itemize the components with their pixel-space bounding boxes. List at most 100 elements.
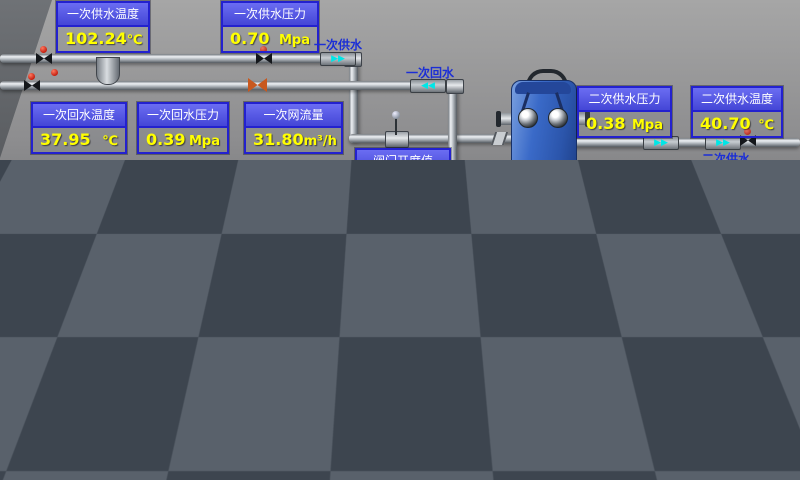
pipe-primary-supply-riser xyxy=(349,55,358,143)
valve-handle xyxy=(28,73,35,80)
exchanger-top-cap xyxy=(515,82,571,94)
pipe-coupling xyxy=(446,79,464,94)
tank-leg xyxy=(108,430,114,464)
exchanger-flange-left xyxy=(496,111,501,127)
pump-port xyxy=(509,259,522,267)
gauge-value: 37.95 xyxy=(40,130,91,149)
pipe-tank-fill xyxy=(142,330,556,339)
gauge-title: 二次回水温度 xyxy=(693,248,783,272)
pump-port xyxy=(268,368,279,375)
gauge-title: 阀门开度值 xyxy=(357,150,449,174)
hmi-heat-station-screen: ▶▶ ◀◀ ▶▶ ▶▶ ◀◀ ◀◀ ◀◀ ▶▶ xyxy=(0,0,800,480)
pump-cap xyxy=(492,207,502,213)
gauge-unit: Hz xyxy=(346,409,364,424)
tank-leg xyxy=(10,430,16,464)
flow-arrow-right: ▶▶ xyxy=(643,136,679,150)
control-valve-stem xyxy=(395,118,397,135)
flow-arrow-right: ▶▶ xyxy=(705,136,741,150)
gauge-unit: m³/h xyxy=(304,134,337,149)
exchanger-plate-body xyxy=(511,80,577,212)
pump-cap xyxy=(254,326,262,331)
pump-run-indicator xyxy=(253,335,259,348)
valve-fill-tee-handle[interactable] xyxy=(543,305,550,312)
gauge-unit: ℃ xyxy=(127,33,143,48)
gauge-secondary-return-temp: 二次回水温度 36.63℃ xyxy=(691,246,785,298)
tank-leg xyxy=(136,430,142,464)
pump-port xyxy=(253,432,265,440)
gauge-unit: Mpa xyxy=(632,278,663,293)
circulation-pump-2[interactable] xyxy=(474,200,520,286)
gauge-value: 40.70 xyxy=(700,114,751,133)
pump-neck xyxy=(236,419,247,426)
pipe-label-secondary-return: 二次回水 xyxy=(716,308,764,325)
gauge-unit: Mpa xyxy=(632,118,663,133)
gauge-primary-network-flow: 一次网流量 31.80m³/h xyxy=(244,102,343,154)
gauge-title: 一次供水温度 xyxy=(58,3,148,27)
flow-arrow-right: ▶▶ xyxy=(320,52,356,66)
gauge-secondary-supply-temp: 二次供水温度 40.70 ℃ xyxy=(691,86,783,138)
pump-cap xyxy=(441,207,451,213)
gauge-title: 二次供水温度 xyxy=(693,88,781,112)
gauge-value: 36.63 xyxy=(700,274,751,293)
gauge-primary-return-pressure: 一次回水压力 0.39Mpa xyxy=(137,102,229,154)
pump-neck xyxy=(491,245,503,252)
flow-arrow-left: ◀◀ xyxy=(410,79,446,93)
pipe-secondary-supply xyxy=(566,138,800,147)
gauge-unit: % xyxy=(429,180,442,195)
gauge-title: 一次回水压力 xyxy=(139,104,227,128)
control-valve-actuator xyxy=(392,111,400,119)
gauge-title: 一次网流量 xyxy=(246,104,341,128)
pipe-primary-supply xyxy=(0,54,358,63)
gauge-unit: ℃ xyxy=(758,118,774,133)
pipe-label-primary-return: 一次回水 xyxy=(406,64,454,81)
gauge-primary-supply-temp: 一次供水温度 102.24℃ xyxy=(56,1,150,53)
gauge-title: 补水泵频率 xyxy=(279,379,371,403)
exchanger-port-upper-left xyxy=(518,108,538,128)
gauge-secondary-supply-pressure: 二次供水压力 0.38 Mpa xyxy=(577,86,672,138)
pump-run-indicator xyxy=(440,218,447,234)
gauge-value: 102.24 xyxy=(65,29,127,48)
circulation-pump-1[interactable] xyxy=(423,200,469,286)
gauge-primary-return-temp: 一次回水温度 37.95℃ xyxy=(31,102,127,154)
tank-leg xyxy=(60,430,66,464)
pump-neck xyxy=(253,357,263,363)
pump-neck xyxy=(440,245,452,252)
pipe-label-primary-supply: 一次供水 xyxy=(314,36,362,53)
gauge-unit: m³ xyxy=(100,333,119,348)
gauge-title: 二次供水压力 xyxy=(579,88,670,112)
gauge-title: 二次回水压力 xyxy=(579,248,670,272)
flow-arrow-left: ◀◀ xyxy=(492,292,528,306)
gauge-tank-level: 水箱液位高度 1.10 m³ xyxy=(32,301,128,353)
gauge-value: 0.39 xyxy=(146,130,185,149)
tank-manhole-right xyxy=(78,352,128,402)
gauge-value: 31.80 xyxy=(253,130,304,149)
gauge-title: 一次供水压力 xyxy=(223,3,317,27)
gauge-valve-opening: 阀门开度值 5.92% xyxy=(355,148,451,200)
pipe-label-secondary-supply: 二次供水 xyxy=(702,150,750,167)
gauge-primary-supply-pressure: 一次供水压力 0.70 Mpa xyxy=(221,1,319,53)
exchanger-port-lower-right xyxy=(548,174,568,194)
pump-run-indicator xyxy=(236,393,243,408)
gauge-value: 0.70 xyxy=(230,29,269,48)
tank-manhole-left xyxy=(16,358,66,408)
pump-cap xyxy=(237,383,247,389)
control-valve-body[interactable] xyxy=(385,131,409,148)
pipe-manifold-link-2 xyxy=(523,238,529,268)
gauge-unit: Mpa xyxy=(279,33,310,48)
exchanger-port-upper-right xyxy=(548,108,568,128)
pipe-pump-loop-left xyxy=(197,363,203,425)
strainer-filter xyxy=(96,57,120,85)
valve-handle xyxy=(40,46,47,53)
gauge-unit: ℃ xyxy=(102,134,118,149)
makeup-pump-2[interactable] xyxy=(220,376,264,458)
gauge-value: 1.10 xyxy=(41,329,80,348)
exchanger-port-lower-left xyxy=(518,174,538,194)
tank-panel-seam xyxy=(73,348,75,430)
gauge-value: 0.38 xyxy=(586,114,625,133)
pipe-primary-return xyxy=(0,81,462,90)
gauge-value: 0.27 xyxy=(586,274,625,293)
gauge-title: 水箱液位高度 xyxy=(34,303,126,327)
pump-volute xyxy=(230,424,255,447)
pump-volute xyxy=(433,250,459,274)
gauge-value: 33.88 xyxy=(286,405,337,424)
